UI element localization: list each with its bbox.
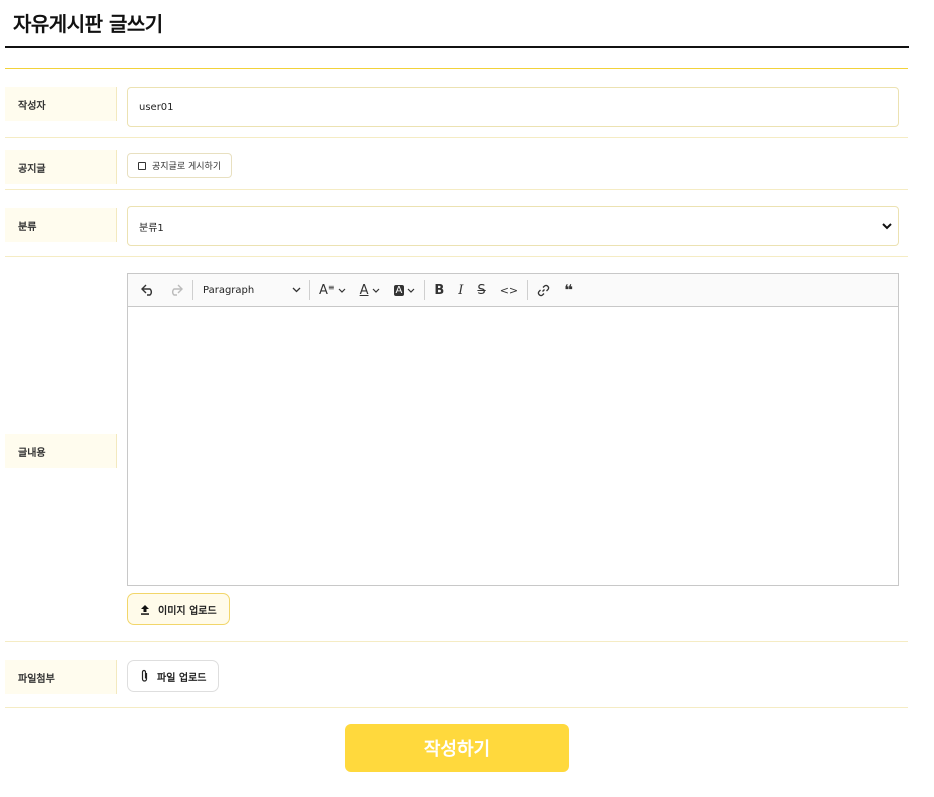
toolbar-separator [424,280,426,300]
chevron-down-icon [292,287,301,293]
toolbar-separator [527,280,529,300]
category-select[interactable]: 분류1 [127,206,899,246]
content-row: 글내용 Paragraph A ≡ A A B I S <> ❝ 이미지 업로드 [5,257,908,642]
author-label: 작성자 [5,87,117,121]
italic-icon[interactable]: I [451,274,470,306]
author-row: 작성자 user01 [5,70,908,138]
submit-button[interactable]: 작성하기 [345,724,569,772]
blockquote-icon[interactable]: ❝ [557,274,580,306]
page-title: 자유게시판 글쓰기 [13,12,163,36]
upload-icon [141,604,149,615]
category-selected-value: 분류1 [139,222,164,234]
paragraph-dropdown-label: Paragraph [203,284,255,296]
editor-toolbar: Paragraph A ≡ A A B I S <> ❝ [128,274,898,307]
redo-icon[interactable] [162,274,190,306]
image-upload-label: 이미지 업로드 [158,605,217,617]
undo-icon[interactable] [134,274,162,306]
category-row: 분류 분류1 [5,190,908,257]
file-upload-button[interactable]: 파일 업로드 [127,660,220,692]
form-top-divider [5,68,908,69]
paperclip-icon [141,669,148,682]
paragraph-dropdown[interactable]: Paragraph [195,274,307,306]
code-icon[interactable]: <> [493,274,525,306]
notice-row: 공지글 공지글로 게시하기 [5,138,908,190]
chevron-down-icon [882,220,892,233]
checkbox-icon[interactable] [138,161,146,170]
background-color-icon[interactable]: A [387,274,423,306]
notice-checkbox-label: 공지글로 게시하기 [152,162,222,172]
strikethrough-icon[interactable]: S [470,274,492,306]
font-color-icon[interactable]: A [353,274,387,306]
attachment-row: 파일첨부 파일 업로드 [5,642,908,708]
attachment-label: 파일첨부 [5,660,117,694]
bold-icon[interactable]: B [427,274,451,306]
font-size-icon[interactable]: A ≡ [312,274,353,306]
category-label: 분류 [5,208,117,242]
notice-label: 공지글 [5,150,117,184]
file-upload-label: 파일 업로드 [157,672,207,684]
toolbar-separator [309,280,310,300]
link-icon[interactable] [530,274,557,306]
title-divider [5,46,909,48]
author-input[interactable]: user01 [127,87,899,127]
content-label: 글내용 [5,434,117,468]
image-upload-button[interactable]: 이미지 업로드 [127,593,230,625]
toolbar-separator [192,280,193,300]
rich-text-editor: Paragraph A ≡ A A B I S <> ❝ [127,273,899,586]
notice-checkbox-button[interactable]: 공지글로 게시하기 [127,153,233,178]
